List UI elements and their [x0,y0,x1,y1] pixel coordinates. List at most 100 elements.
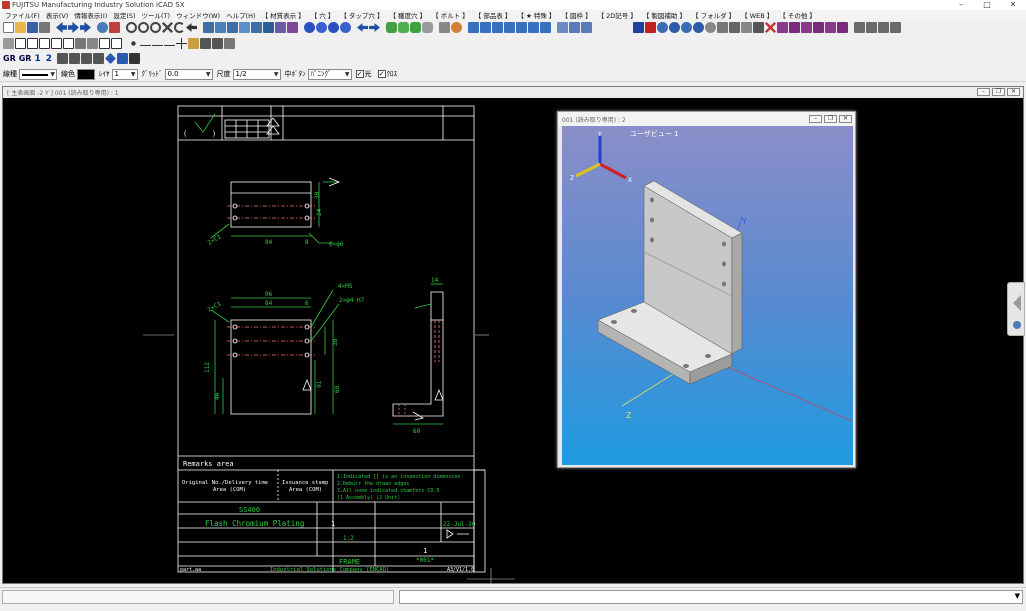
text-dim-icon[interactable] [212,37,223,49]
line-type-select[interactable]: ▼ [19,68,57,80]
menu-parts-list[interactable]: 【 部品表 】 [472,10,515,20]
side-panel-handle[interactable] [1007,282,1025,336]
window-icon[interactable] [569,22,580,33]
pen-icon[interactable] [717,22,728,33]
arrow-measure-icon[interactable] [200,37,211,49]
menu-help[interactable]: ヘルプ(H) [223,10,258,20]
snap-box-icon[interactable] [75,37,86,49]
drawing-canvas[interactable]: ( ) 30 24 84 8 6×φ6 2×C1 96 84 6 4×M5 2×… [3,98,1023,584]
cylinder-green3-icon[interactable] [410,22,421,33]
rotate-icon[interactable] [174,22,185,33]
line-b-icon[interactable] [152,45,163,46]
zoom-out-icon[interactable] [138,22,149,33]
collapse-arrow-icon[interactable] [1013,295,1021,311]
menu-material[interactable]: 【 材質表示 】 [259,10,308,20]
snap-center-icon[interactable] [39,37,50,49]
grid-6-icon[interactable] [540,22,551,33]
play-icon[interactable] [633,22,644,33]
snap-point-icon[interactable] [3,37,14,49]
menu-2d-symbol[interactable]: 【 2D記号 】 [595,10,640,20]
grid-select[interactable]: 0.0 ▼ [164,68,213,80]
zoom-in-icon[interactable] [126,22,137,33]
snap-more-icon[interactable] [111,37,122,49]
menu-file[interactable]: ファイル(F) [2,10,43,20]
paint-icon[interactable] [451,22,462,33]
dim-tool-3-icon[interactable] [81,53,92,64]
print-icon[interactable] [39,22,50,33]
wire-icon[interactable] [316,22,327,33]
cylinder-green-icon[interactable] [386,22,397,33]
clip-icon[interactable] [741,22,752,33]
menu-settings[interactable]: 設定(S) [110,10,138,20]
panel-d-icon[interactable] [890,22,901,33]
command-dropdown-icon[interactable]: ▼ [1015,592,1020,600]
menu-tap-hole[interactable]: 【 タップ穴 】 [337,10,386,20]
menu-web[interactable]: 【 WEB 】 [738,10,776,20]
book-icon[interactable] [275,22,286,33]
3d-tool-icon[interactable] [109,22,120,33]
cylinder-gray-icon[interactable] [422,22,433,33]
main-restore-button[interactable]: ❐ [992,88,1005,96]
dim-tool-1-icon[interactable] [57,53,68,64]
3d-restore-button[interactable]: ❐ [824,115,837,123]
notebook-icon[interactable] [287,22,298,33]
settings-tool-icon[interactable] [97,22,108,33]
grid-2-icon[interactable] [492,22,503,33]
grid-4-icon[interactable] [516,22,527,33]
cancel-icon[interactable] [765,22,776,33]
tool-e-icon[interactable] [825,22,836,33]
menu-precision-hole[interactable]: 【 穫度穴 】 [386,10,429,20]
hidden-line-icon[interactable] [328,22,339,33]
tool-d-icon[interactable] [813,22,824,33]
orbit-icon[interactable] [693,22,704,33]
tool-a-icon[interactable] [777,22,788,33]
view-side-icon[interactable] [227,22,238,33]
light-icon[interactable] [705,22,716,33]
list-icon[interactable] [753,22,764,33]
tool-b-icon[interactable] [789,22,800,33]
panel-a-icon[interactable] [854,22,865,33]
tool-c-icon[interactable] [801,22,812,33]
snap-frame-icon[interactable] [99,37,110,49]
cross-checkbox[interactable]: ✓ [377,70,386,78]
grid-m-icon[interactable] [468,22,479,33]
menu-tools[interactable]: ツール(T) [139,10,174,20]
dim-grid-icon[interactable] [224,37,235,49]
menu-window[interactable]: ウィンドウ(W) [173,10,223,20]
menu-frame[interactable]: 【 図枠 】 [558,10,594,20]
close-button[interactable]: ✕ [1000,0,1026,10]
measure-icon[interactable] [439,22,450,33]
anchor-icon[interactable] [1013,321,1021,329]
grid-3-icon[interactable] [504,22,515,33]
grid-1-icon[interactable] [480,22,491,33]
tool-f-icon[interactable] [837,22,848,33]
ball-icon[interactable] [681,22,692,33]
scale-select[interactable]: 1/2 ▼ [232,68,281,80]
pointer-icon[interactable] [129,53,140,64]
edge-icon[interactable] [340,22,351,33]
new-file-icon[interactable] [3,22,14,33]
snap-mid-icon[interactable] [27,37,38,49]
view-front-icon[interactable] [203,22,214,33]
menu-folder[interactable]: 【 フォルダ 】 [689,10,738,20]
dot-icon[interactable] [131,40,136,46]
3d-view-canvas[interactable]: ユーザビュー 1 Y X Z Y Z [562,126,853,465]
undo-blue-icon[interactable] [357,23,368,32]
view-bottom-icon[interactable] [263,22,274,33]
layout-icon[interactable] [557,22,568,33]
gr-label-2[interactable]: GR [19,54,32,63]
gr-label-1[interactable]: GR [3,54,16,63]
3d-close-button[interactable]: ✕ [839,115,852,123]
minimize-button[interactable]: – [948,0,974,10]
snap-poly-icon[interactable] [51,37,62,49]
cross-icon[interactable] [176,37,187,49]
menu-bolt[interactable]: 【 ボルト 】 [429,10,472,20]
command-input-field[interactable]: ▼ [399,590,1023,604]
menu-drafting-aid[interactable]: 【 製図補助 】 [640,10,689,20]
section-icon[interactable] [729,22,740,33]
light-checkbox[interactable]: ✓ [355,70,364,78]
main-minimize-button[interactable]: – [977,88,990,96]
hatch-icon[interactable] [188,37,199,49]
group-1-button[interactable]: 1 [34,54,40,64]
snap-end-icon[interactable] [15,37,26,49]
